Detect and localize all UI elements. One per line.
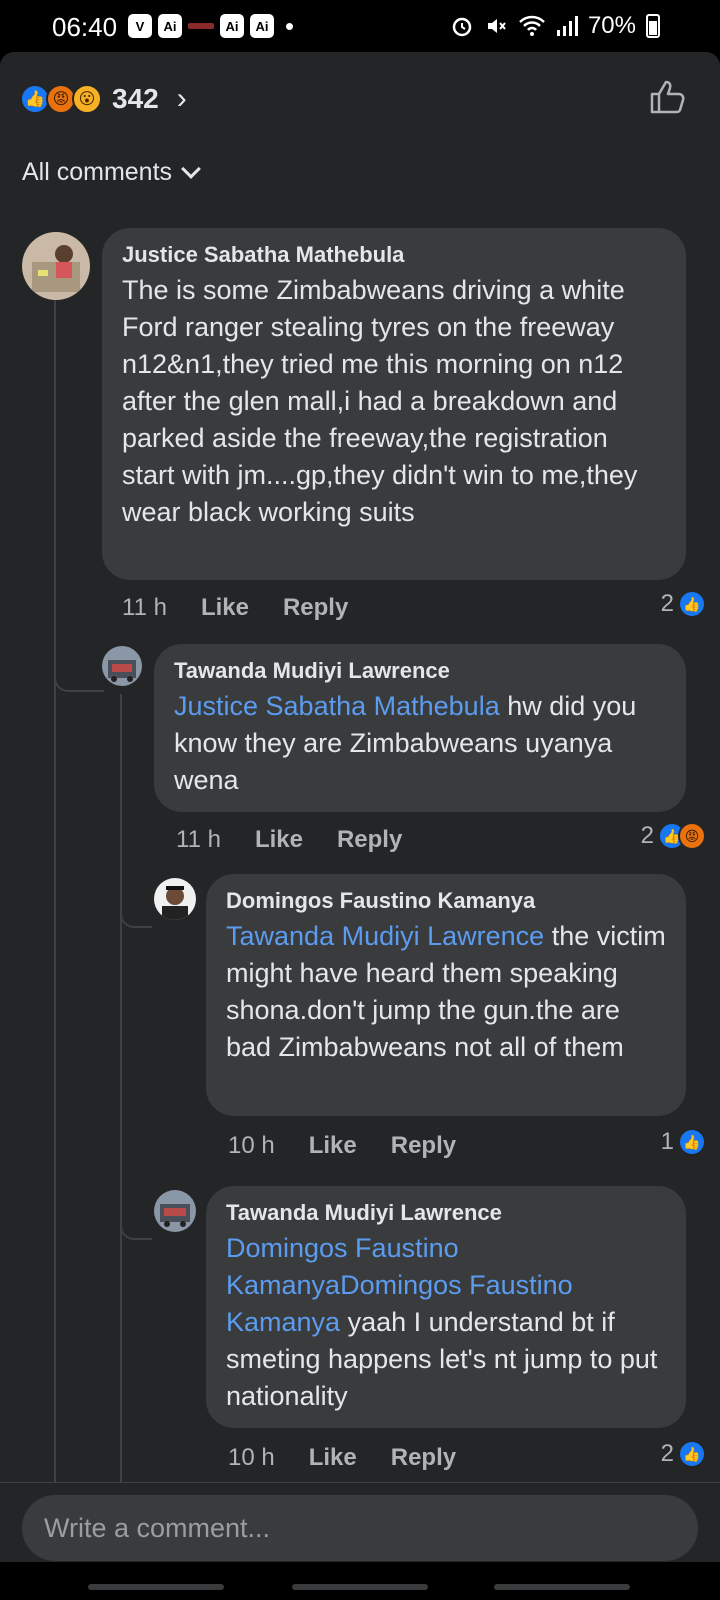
comment-time: 11 h xyxy=(176,826,221,853)
comment-composer[interactable] xyxy=(22,1495,698,1561)
wow-reaction-icon: 😮 xyxy=(72,84,102,114)
reaction-count: 2 xyxy=(660,590,674,617)
comment-author[interactable]: Justice Sabatha Mathebula xyxy=(122,242,666,268)
comment-time: 10 h xyxy=(228,1132,275,1159)
comment-input[interactable] xyxy=(22,1495,698,1561)
ai-badge-icon: Ai xyxy=(250,14,274,38)
like-button[interactable]: Like xyxy=(201,594,249,622)
thread-line xyxy=(120,694,122,1482)
comment-actions: 10 h Like Reply xyxy=(228,1132,490,1160)
comment-actions: 10 h Like Reply xyxy=(228,1444,490,1472)
reaction-count: 342 xyxy=(112,83,159,114)
mention-link[interactable]: Tawanda Mudiyi Lawrence xyxy=(226,921,544,951)
thread-branch xyxy=(120,912,152,928)
comment-time: 10 h xyxy=(228,1444,275,1471)
battery-icon xyxy=(646,14,660,38)
comment-bubble[interactable]: Domingos Faustino Kamanya Tawanda Mudiyi… xyxy=(206,874,686,1116)
avatar[interactable] xyxy=(22,232,90,300)
like-button[interactable]: Like xyxy=(309,1132,357,1160)
comment-bubble[interactable]: Justice Sabatha Mathebula The is some Zi… xyxy=(102,228,686,580)
home-button[interactable] xyxy=(292,1584,428,1590)
mention-link[interactable]: Justice Sabatha Mathebula xyxy=(174,691,500,721)
like-reaction-icon: 👍 xyxy=(678,1440,706,1468)
more-notifications-dot xyxy=(286,22,293,30)
chevron-down-icon xyxy=(181,158,201,179)
thread-branch xyxy=(54,676,104,692)
notification-icons: V Ai Ai Ai xyxy=(128,14,293,38)
wifi-icon xyxy=(519,15,545,36)
recent-apps-button[interactable] xyxy=(88,1584,224,1590)
comment-text: Domingos Faustino KamanyaDomingos Fausti… xyxy=(226,1230,666,1415)
reaction-count: 1 xyxy=(660,1128,674,1155)
mute-icon xyxy=(487,19,506,33)
like-button[interactable]: Like xyxy=(309,1444,357,1472)
system-icons: 70% xyxy=(450,12,660,40)
like-reaction-icon: 👍 xyxy=(678,1128,706,1156)
thread-branch xyxy=(120,1224,152,1240)
comment-reactions[interactable]: 1 👍 xyxy=(661,1128,706,1156)
comment-bubble[interactable]: Tawanda Mudiyi Lawrence Domingos Faustin… xyxy=(206,1186,686,1428)
reaction-count: 2 xyxy=(660,1440,674,1467)
reaction-count: 2 xyxy=(640,822,654,849)
comment-time: 11 h xyxy=(122,594,167,621)
ai-badge-icon: Ai xyxy=(220,14,244,38)
comment-reactions[interactable]: 2 👍 xyxy=(661,590,706,618)
reply-button[interactable]: Reply xyxy=(391,1132,456,1160)
angry-reaction-icon: 😡 xyxy=(678,822,706,850)
sort-comments-dropdown[interactable]: All comments xyxy=(22,158,201,187)
battery-percent: 70% xyxy=(587,12,636,39)
comment-text: The is some Zimbabweans driving a white … xyxy=(122,275,638,527)
app-mini-icon xyxy=(188,23,214,29)
reply-button[interactable]: Reply xyxy=(337,826,402,854)
like-icon[interactable] xyxy=(646,74,690,118)
app-badge-icon: V xyxy=(128,14,152,38)
comment-reactions[interactable]: 2 👍 😡 xyxy=(641,822,706,850)
comment-composer-bar xyxy=(0,1482,720,1562)
comment-actions: 11 h Like Reply xyxy=(122,594,382,622)
comment-reactions[interactable]: 2 👍 xyxy=(661,1440,706,1468)
comment-bubble[interactable]: Tawanda Mudiyi Lawrence Justice Sabatha … xyxy=(154,644,686,812)
sort-label: All comments xyxy=(22,158,173,186)
comment-text: Tawanda Mudiyi Lawrence the victim might… xyxy=(226,918,666,1066)
thread-line xyxy=(54,300,56,1482)
comments-panel: 👍 😡 😮 342 › All comments Justice Sabatha… xyxy=(0,52,720,1482)
reactions-summary[interactable]: 👍 😡 😮 342 › xyxy=(20,76,187,122)
like-reaction-icon: 👍 xyxy=(678,590,706,618)
avatar[interactable] xyxy=(154,1190,196,1232)
comment-author[interactable]: Tawanda Mudiyi Lawrence xyxy=(226,1200,666,1226)
comment-actions: 11 h Like Reply xyxy=(176,826,436,854)
avatar[interactable] xyxy=(102,646,142,686)
reply-button[interactable]: Reply xyxy=(391,1444,456,1472)
signal-icon xyxy=(556,16,578,36)
alarm-icon xyxy=(452,17,472,37)
avatar[interactable] xyxy=(154,878,196,920)
status-bar: 06:40 V Ai Ai Ai 70% xyxy=(0,0,720,52)
like-button[interactable]: Like xyxy=(255,826,303,854)
status-time: 06:40 xyxy=(52,12,118,42)
comment-author[interactable]: Domingos Faustino Kamanya xyxy=(226,888,666,914)
back-button[interactable] xyxy=(494,1584,630,1590)
reply-button[interactable]: Reply xyxy=(283,594,348,622)
ai-badge-icon: Ai xyxy=(158,14,182,38)
comment-author[interactable]: Tawanda Mudiyi Lawrence xyxy=(174,658,666,684)
comment-text: Justice Sabatha Mathebula hw did you kno… xyxy=(174,688,666,799)
chevron-right-icon: › xyxy=(176,82,187,115)
system-nav-bar xyxy=(0,1562,720,1600)
